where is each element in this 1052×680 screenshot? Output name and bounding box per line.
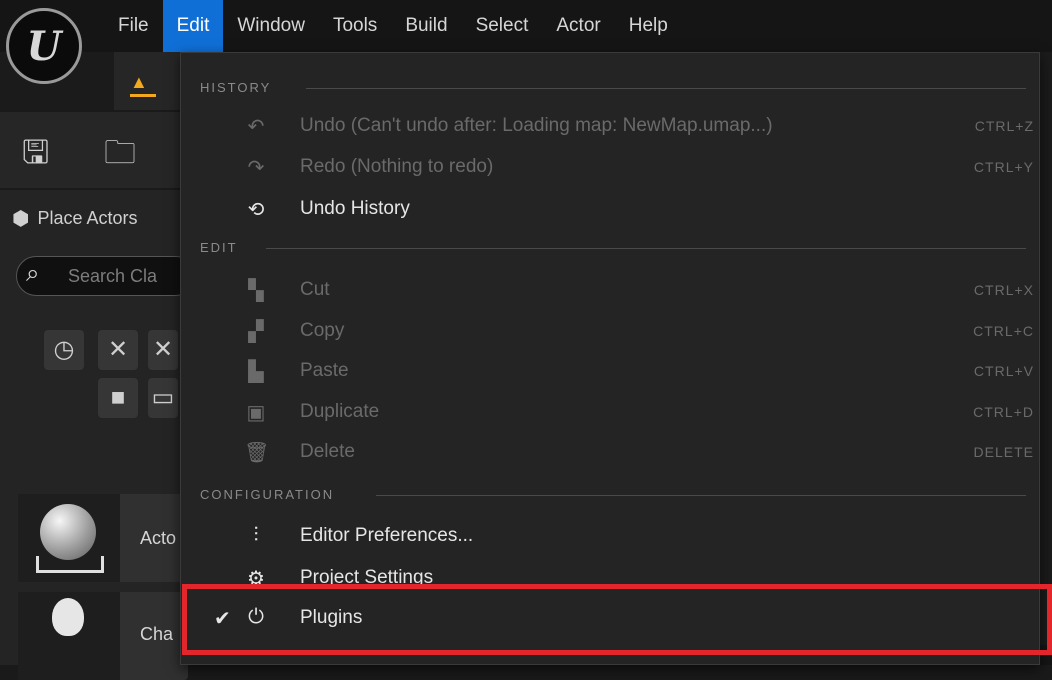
menu-item-label: Project Settings (300, 567, 434, 584)
menu-item-shortcut: DELETE (973, 444, 1034, 460)
save-icon[interactable]: 🖫 (22, 130, 49, 184)
undo-icon: ↶ (247, 116, 265, 138)
copy-icon: ▞ (248, 321, 264, 343)
menu-item-label: Undo History (300, 198, 410, 219)
menu-item-label: Redo (Nothing to redo) (300, 156, 494, 177)
menu-item-shortcut: CTRL+Z (974, 118, 1034, 134)
level-icon: ▲ (130, 72, 148, 92)
asset-label-character: Cha (140, 624, 174, 644)
browse-folder-icon[interactable]: 🗀 (104, 130, 136, 184)
menu-item-label: Undo (Can't undo after: Loading map: New… (300, 115, 773, 136)
menu-edit[interactable]: Edit (162, 0, 224, 52)
redo-icon: ↷ (247, 157, 265, 179)
undo-history-icon: ⟲ (247, 199, 265, 221)
menu-item-delete[interactable]: 🗑 Delete DELETE (200, 434, 1036, 470)
menu-item-label: Delete (300, 441, 355, 462)
menu-item-label: Copy (300, 320, 345, 341)
section-divider (266, 248, 1026, 249)
section-configuration-title: CONFIGURATION (200, 487, 335, 502)
plugins-highlight-box (182, 584, 1052, 655)
menu-item-shortcut: CTRL+V (973, 363, 1034, 379)
duplicate-icon: ▣ (246, 402, 266, 424)
menu-item-undo-history[interactable]: ⟲ Undo History (200, 191, 1036, 227)
menu-item-undo[interactable]: ↶ Undo (Can't undo after: Loading map: N… (200, 108, 1036, 144)
menu-item-redo[interactable]: ↷ Redo (Nothing to redo) CTRL+Y (200, 149, 1036, 185)
section-divider (306, 88, 1026, 89)
asset-label-actor: Acto (140, 528, 177, 548)
menu-item-shortcut: CTRL+C (973, 323, 1034, 339)
menu-select[interactable]: Select (462, 0, 543, 52)
menu-item-label: Cut (300, 279, 330, 300)
main-menu-bar: File Edit Window Tools Build Select Acto… (104, 0, 682, 52)
menu-file[interactable]: File (104, 0, 163, 52)
unreal-logo-glyph: U (26, 22, 62, 70)
menu-item-shortcut: CTRL+Y (973, 159, 1034, 175)
menu-item-label: Paste (300, 360, 349, 381)
shapes-filter-icon[interactable]: ■ (98, 378, 138, 418)
sliders-icon: ⫶ (253, 524, 259, 546)
place-actors-icon: ⬢ (12, 208, 30, 230)
cinematic-filter-icon[interactable]: ▭ (148, 378, 178, 418)
paste-icon: ▙ (248, 361, 264, 383)
actor-base-icon (36, 556, 104, 573)
settings-icon: ⚙ (247, 568, 265, 584)
menu-item-copy[interactable]: ▞ Copy CTRL+C (200, 313, 1036, 349)
lights-filter-icon[interactable]: ✕ (148, 330, 178, 370)
menu-item-cut[interactable]: ▚ Cut CTRL+X (200, 272, 1036, 308)
cut-icon: ▚ (248, 280, 264, 302)
section-edit-title: EDIT (200, 240, 238, 255)
menu-tools[interactable]: Tools (319, 0, 391, 52)
recent-filter-icon[interactable]: ◷ (44, 330, 84, 370)
basic-filter-icon[interactable]: ✕ (98, 330, 138, 370)
search-placeholder: Search Cla (68, 266, 158, 286)
trash-icon: 🗑 (244, 442, 270, 464)
menu-item-label: Duplicate (300, 401, 380, 422)
level-tab-underline (130, 94, 156, 97)
section-history-title: HISTORY (200, 80, 272, 95)
menu-window[interactable]: Window (223, 0, 319, 52)
place-actors-header[interactable]: ⬢ Place Actors (12, 206, 138, 231)
menu-actor[interactable]: Actor (542, 0, 614, 52)
menu-help[interactable]: Help (615, 0, 682, 52)
search-icon: ⌕ (26, 260, 40, 287)
actor-sphere-icon (40, 504, 96, 560)
character-head-icon (52, 598, 84, 636)
section-divider (376, 495, 1026, 496)
menu-item-shortcut: CTRL+X (973, 282, 1034, 298)
menu-item-project-settings[interactable]: ⚙ Project Settings (200, 560, 1036, 584)
unreal-logo[interactable]: U (6, 8, 82, 84)
menu-item-label: Editor Preferences... (300, 525, 474, 546)
menu-item-paste[interactable]: ▙ Paste CTRL+V (200, 353, 1036, 389)
menu-item-editor-preferences[interactable]: ⫶ Editor Preferences... (200, 518, 1036, 554)
menu-item-shortcut: CTRL+D (973, 404, 1034, 420)
menu-build[interactable]: Build (391, 0, 461, 52)
place-actors-title: Place Actors (37, 208, 138, 228)
menu-item-duplicate[interactable]: ▣ Duplicate CTRL+D (200, 394, 1036, 430)
viewport-edge (1040, 52, 1052, 665)
